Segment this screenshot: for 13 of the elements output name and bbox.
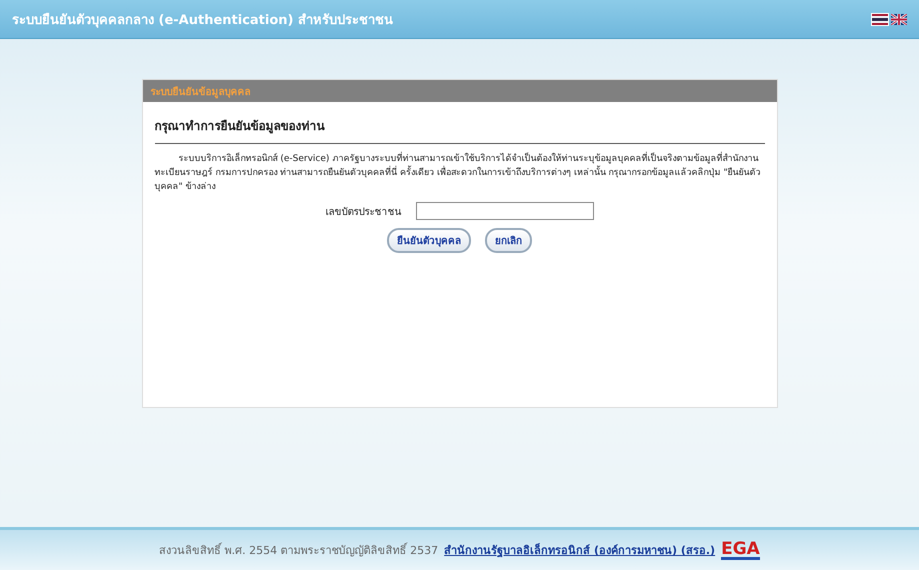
form-heading: กรุณาทำการยืนยันข้อมูลของท่าน <box>154 116 764 144</box>
id-card-label: เลขบัตรประชาชน <box>326 206 402 218</box>
id-card-input[interactable] <box>416 202 594 220</box>
card-title: ระบบยืนยันข้อมูลบุคคล <box>150 85 250 98</box>
system-title: ระบบยืนยันตัวบุคคลกลาง (e-Authentication) สำหรับประชาชน <box>12 12 394 30</box>
copyright-text: สงวนลิขสิทธิ์ พ.ศ. 2554 ตามพระราชบัญญัติลิขสิทธิ์ 2537 <box>159 542 438 559</box>
cancel-button[interactable]: ยกเลิก <box>485 228 532 253</box>
agency-link[interactable]: สำนักงานรัฐบาลอิเล็กทรอนิกส์ (องค์การมหาชน) (สรอ.) <box>444 541 716 559</box>
agency-logo: EGA <box>721 540 760 560</box>
description-text: ระบบบริการอิเล็กทรอนิกส์ (e-Service) ภาครัฐบางระบบที่ท่านสามารถเข้าใช้บริการได้จำเป็นต้องให้ท่านระบุข้อมูลบุคคลที่เป็นจริงตามข้อมูลที่สำนักงานทะเบียนราษฎร์ กรมการปกครอง ท่านสามารถยืนยันตัวบุคคลที่นี่ ครั้งเดียว เพื่อสะดวกในการเข้าถึงบริการต่างๆ เหล่านั้น กรุณากรอกข้อมูลแล้วคลิกปุ่ม "ยืนยันตัวบุคคล" ข้างล่าง <box>154 152 764 194</box>
uk-flag-icon[interactable] <box>891 14 907 24</box>
thai-flag-icon[interactable] <box>872 14 888 24</box>
confirm-button[interactable]: ยืนยันตัวบุคคล <box>387 228 471 253</box>
